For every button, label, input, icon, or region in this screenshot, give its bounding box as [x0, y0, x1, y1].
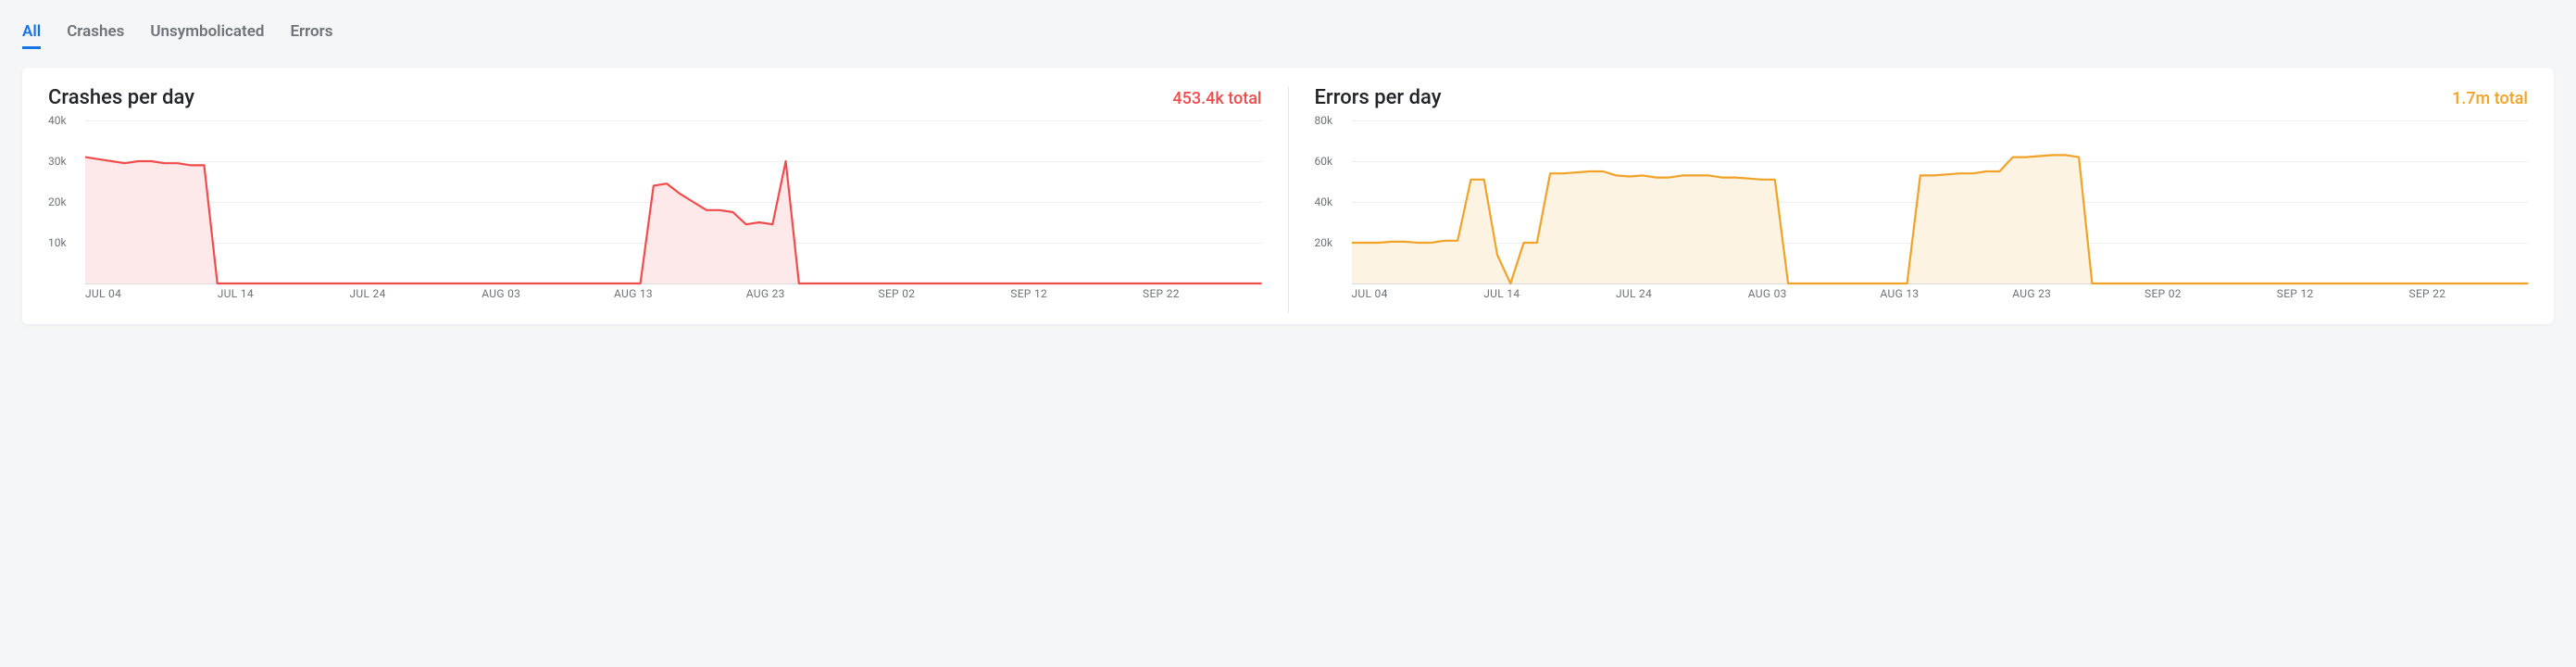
y-tick-label: 80k — [1315, 114, 1348, 127]
x-tick-label: JUL 24 — [350, 287, 386, 300]
x-tick-label: SEP 22 — [1143, 287, 1180, 300]
tab-crashes[interactable]: Crashes — [67, 22, 124, 49]
x-tick-label: AUG 03 — [1748, 287, 1787, 300]
x-tick-label: AUG 23 — [746, 287, 785, 300]
x-tick-label: AUG 03 — [481, 287, 520, 300]
x-tick-label: SEP 02 — [2145, 287, 2182, 300]
filter-tabs: All Crashes Unsymbolicated Errors — [22, 22, 2554, 68]
x-tick-label: SEP 12 — [2277, 287, 2314, 300]
y-tick-label: 10k — [48, 236, 81, 249]
x-tick-label: AUG 23 — [2012, 287, 2051, 300]
y-tick-label: 40k — [48, 114, 81, 127]
x-tick-label: SEP 02 — [879, 287, 916, 300]
tab-all[interactable]: All — [22, 22, 41, 49]
plot-area — [1352, 120, 2529, 283]
x-tick-label: JUL 14 — [1483, 287, 1519, 300]
x-tick-label: AUG 13 — [1881, 287, 1919, 300]
chart-svg — [85, 120, 1262, 283]
x-tick-label: JUL 24 — [1616, 287, 1652, 300]
y-tick-label: 20k — [48, 195, 81, 208]
x-tick-label: JUL 14 — [218, 287, 254, 300]
chart-panel-crashes: Crashes per day 453.4k total 40k 30k 20k 10k J… — [22, 86, 1288, 313]
chart-body: 80k60k40k20kJUL 04JUL 14JUL 24AUG 03AUG … — [1315, 120, 2529, 306]
x-tick-label: JUL 04 — [1352, 287, 1388, 300]
x-tick-label: AUG 13 — [614, 287, 653, 300]
chart-total: 1.7m total — [2452, 89, 2528, 108]
x-tick-label: SEP 22 — [2409, 287, 2446, 300]
x-axis: JUL 04 JUL 14 JUL 24 AUG 03 AUG 13 AUG 23 SEP … — [85, 287, 1262, 306]
x-axis: JUL 04 JUL 14 JUL 24 AUG 03 AUG 13 AUG 23 SEP … — [1352, 287, 2529, 306]
chart-total: 453.4k total — [1172, 89, 1261, 108]
x-tick-label: JUL 04 — [85, 287, 121, 300]
tab-unsymbolicated[interactable]: Unsymbolicated — [150, 22, 264, 49]
y-tick-label: 20k — [1315, 236, 1348, 249]
chart-title: Errors per day — [1315, 86, 1442, 109]
tab-errors[interactable]: Errors — [290, 22, 332, 49]
y-tick-label: 60k — [1315, 155, 1348, 168]
chart-title: Crashes per day — [48, 86, 194, 109]
x-tick-label: SEP 12 — [1010, 287, 1047, 300]
chart-svg — [1352, 120, 2529, 283]
y-tick-label: 30k — [48, 155, 81, 168]
charts-row: Crashes per day 453.4k total 40k 30k 20k 10k J… — [22, 68, 2554, 324]
chart-body: 40k30k20k10kJUL 04JUL 14JUL 24AUG 03AUG … — [48, 120, 1262, 306]
plot-area — [85, 120, 1262, 283]
y-tick-label: 40k — [1315, 195, 1348, 208]
chart-panel-errors: Errors per day 1.7m total 80k 60k 40k 20k JUL … — [1288, 86, 2555, 313]
series-fill — [85, 157, 1262, 283]
